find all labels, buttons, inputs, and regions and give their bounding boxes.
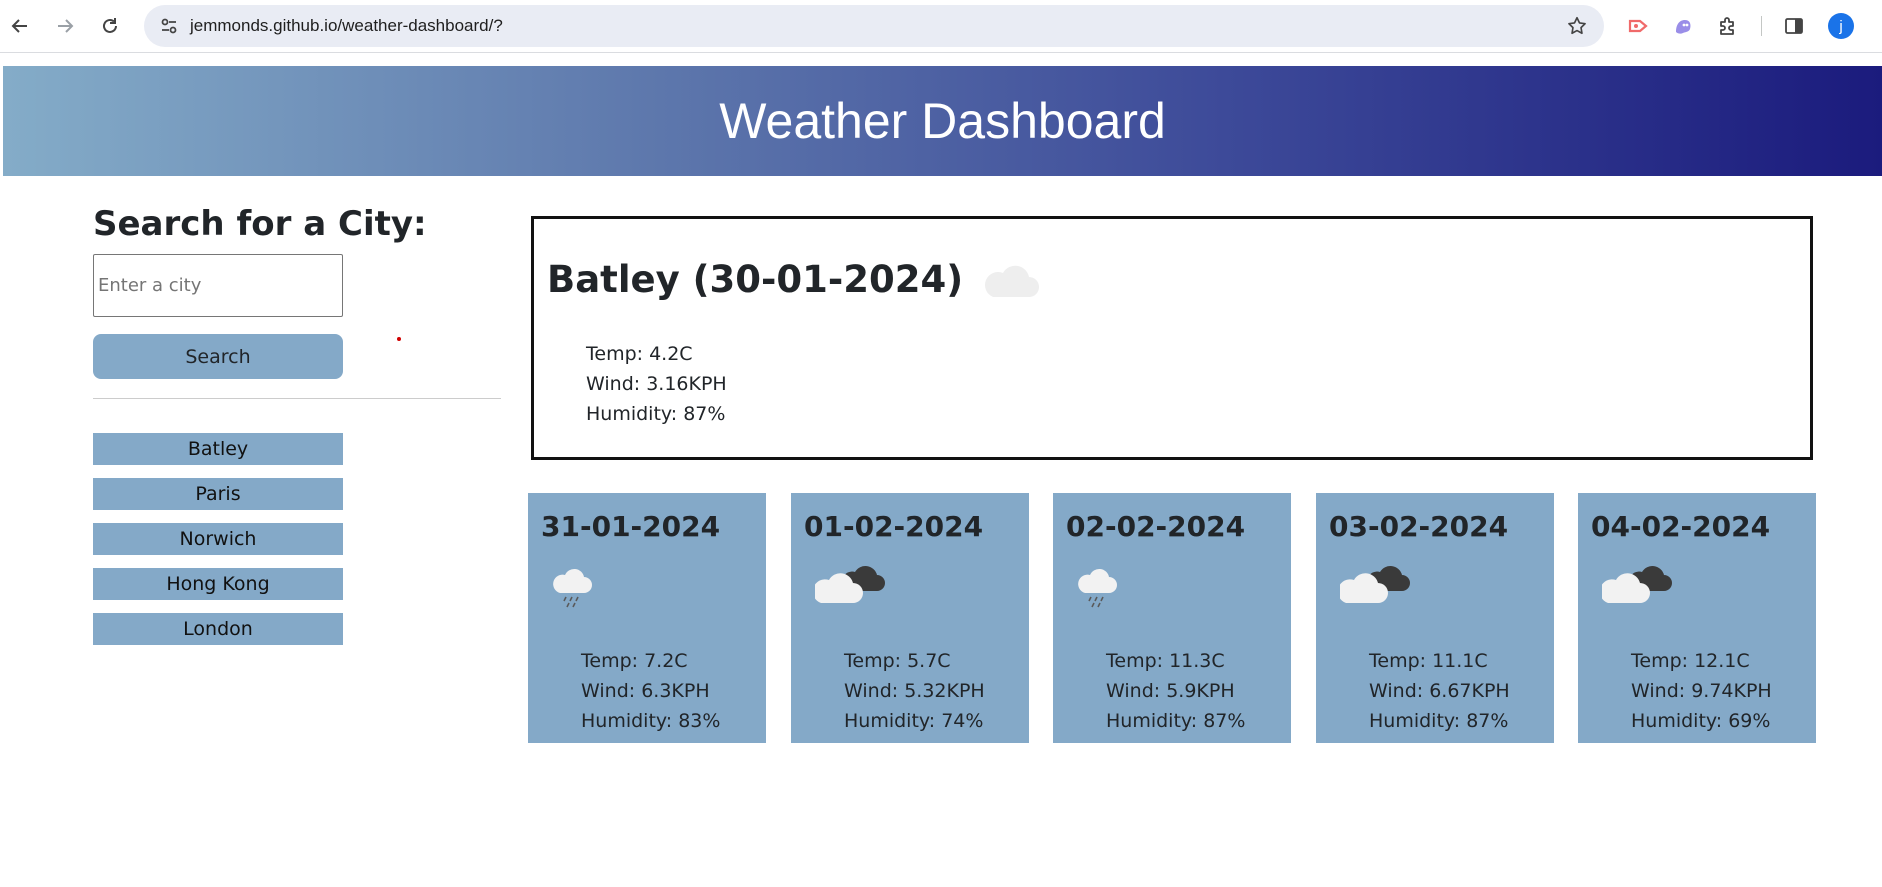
forecast-date: 31-01-2024	[541, 510, 721, 543]
extensions-puzzle-icon[interactable]	[1712, 10, 1744, 42]
forecast-humidity: Humidity: 69%	[1631, 710, 1771, 732]
forecast-temp: Temp: 11.3C	[1106, 650, 1225, 672]
forecast-temp: Temp: 12.1C	[1631, 650, 1750, 672]
stray-dot	[397, 337, 401, 341]
forecast-humidity: Humidity: 87%	[1369, 710, 1509, 732]
forecast-temp: Temp: 7.2C	[581, 650, 688, 672]
rain-cloud-night-icon	[552, 559, 608, 619]
forecast-date: 04-02-2024	[1591, 510, 1771, 543]
forward-icon[interactable]	[49, 10, 81, 42]
broken-clouds-icon	[1599, 559, 1674, 619]
forecast-wind: Wind: 5.9KPH	[1106, 680, 1235, 702]
forecast-date: 02-02-2024	[1066, 510, 1246, 543]
forecast-card: 02-02-2024 Temp: 11.3C Wind: 5.9KPH Humi…	[1053, 493, 1291, 743]
extension-red-icon[interactable]	[1622, 10, 1654, 42]
history-button-paris[interactable]: Paris	[93, 478, 343, 510]
rain-cloud-night-icon	[1077, 559, 1133, 619]
forecast-wind: Wind: 9.74KPH	[1631, 680, 1772, 702]
forecast-humidity: Humidity: 87%	[1106, 710, 1246, 732]
sidebar-divider	[93, 398, 501, 399]
history-button-hong-kong[interactable]: Hong Kong	[93, 568, 343, 600]
current-weather-stats: Temp: 4.2C Wind: 3.16KPH Humidity: 87%	[586, 339, 727, 429]
forecast-card: 04-02-2024 Temp: 12.1C Wind: 9.74KPH Hum…	[1578, 493, 1816, 743]
current-humidity: Humidity: 87%	[586, 403, 726, 425]
current-weather-panel: Batley (30-01-2024) Temp: 4.2C Wind: 3.1…	[531, 216, 1813, 460]
current-weather-heading: Batley (30-01-2024)	[547, 253, 1041, 305]
search-history-list: Batley Paris Norwich Hong Kong London	[93, 433, 343, 658]
history-button-norwich[interactable]: Norwich	[93, 523, 343, 555]
forecast-stats: Temp: 7.2C Wind: 6.3KPH Humidity: 83%	[581, 646, 720, 736]
side-panel-icon[interactable]	[1778, 10, 1810, 42]
forecast-temp: Temp: 5.7C	[844, 650, 951, 672]
search-heading: Search for a City:	[93, 204, 427, 244]
forecast-temp: Temp: 11.1C	[1369, 650, 1488, 672]
search-sidebar: Search for a City: Search Batley Paris N…	[93, 200, 501, 645]
forecast-stats: Temp: 5.7C Wind: 5.32KPH Humidity: 74%	[844, 646, 985, 736]
extension-ghost-icon[interactable]	[1667, 10, 1699, 42]
forecast-card: 03-02-2024 Temp: 11.1C Wind: 6.67KPH Hum…	[1316, 493, 1554, 743]
forecast-card: 31-01-2024 Temp: 7.2C Wind: 6.3KPH Humid…	[528, 493, 766, 743]
forecast-date: 01-02-2024	[804, 510, 984, 543]
back-icon[interactable]	[4, 10, 36, 42]
forecast-date: 03-02-2024	[1329, 510, 1509, 543]
forecast-wind: Wind: 5.32KPH	[844, 680, 985, 702]
site-settings-icon[interactable]	[154, 11, 184, 41]
url-text[interactable]: jemmonds.github.io/weather-dashboard/?	[190, 5, 503, 47]
current-wind: Wind: 3.16KPH	[586, 373, 727, 395]
current-city-date: Batley (30-01-2024)	[547, 257, 964, 301]
broken-clouds-icon	[1337, 559, 1412, 619]
cloud-icon	[981, 261, 1041, 305]
forecast-card: 01-02-2024 Temp: 5.7C Wind: 5.32KPH Humi…	[791, 493, 1029, 743]
history-button-london[interactable]: London	[93, 613, 343, 645]
page-title: Weather Dashboard	[719, 93, 1166, 149]
forecast-stats: Temp: 11.3C Wind: 5.9KPH Humidity: 87%	[1106, 646, 1245, 736]
reload-icon[interactable]	[94, 10, 126, 42]
forecast-humidity: Humidity: 83%	[581, 710, 721, 732]
forecast-wind: Wind: 6.3KPH	[581, 680, 710, 702]
address-bar[interactable]: jemmonds.github.io/weather-dashboard/?	[144, 5, 1604, 47]
profile-avatar[interactable]: j	[1828, 13, 1854, 39]
forecast-stats: Temp: 11.1C Wind: 6.67KPH Humidity: 87%	[1369, 646, 1510, 736]
toolbar-separator	[1761, 16, 1762, 36]
current-temp: Temp: 4.2C	[586, 343, 693, 365]
page-header: Weather Dashboard	[3, 66, 1882, 176]
city-search-input[interactable]	[93, 254, 343, 317]
history-button-batley[interactable]: Batley	[93, 433, 343, 465]
broken-clouds-icon	[812, 559, 887, 619]
search-button[interactable]: Search	[93, 334, 343, 379]
forecast-wind: Wind: 6.67KPH	[1369, 680, 1510, 702]
forecast-stats: Temp: 12.1C Wind: 9.74KPH Humidity: 69%	[1631, 646, 1772, 736]
browser-toolbar: jemmonds.github.io/weather-dashboard/? j	[0, 0, 1882, 53]
bookmark-star-icon[interactable]	[1562, 11, 1592, 41]
forecast-humidity: Humidity: 74%	[844, 710, 984, 732]
